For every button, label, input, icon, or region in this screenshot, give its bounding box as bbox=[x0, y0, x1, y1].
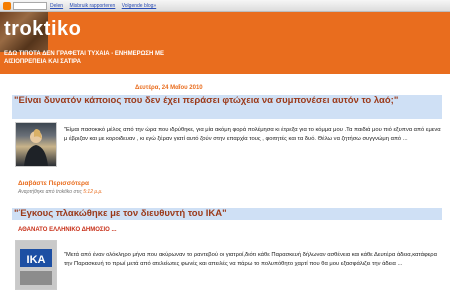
post-title[interactable]: "Είναι δυνατόν κάποιος που δεν έχει περά… bbox=[12, 95, 442, 119]
navbar-link-share[interactable]: Delen bbox=[50, 3, 63, 9]
post-thumbnail-image: ΙΚΑ bbox=[15, 240, 57, 290]
navbar-search-input[interactable] bbox=[13, 2, 47, 10]
post-timestamp-link[interactable]: 5:12 μ.μ. bbox=[83, 189, 102, 195]
read-more-link[interactable]: Διαβάστε Περισσότερα bbox=[18, 180, 89, 187]
post-body: "Μετά από έναν ολόκληρο μήνα που ακύρωνα… bbox=[64, 252, 437, 267]
navbar-links: Delen Misbruik rapporteren Volgende blog… bbox=[50, 1, 161, 11]
date-header: Δευτέρα, 24 Μαΐου 2010 bbox=[135, 85, 203, 91]
post-author-line: Αναρτήθηκε από troktiko στις bbox=[18, 189, 82, 195]
ika-sign-icon: ΙΚΑ bbox=[16, 241, 56, 289]
navbar-link-report-abuse[interactable]: Misbruik rapporteren bbox=[69, 3, 115, 9]
person-photo-icon bbox=[24, 129, 48, 166]
blogger-navbar: Delen Misbruik rapporteren Volgende blog… bbox=[0, 0, 450, 12]
navbar-link-next-blog[interactable]: Volgende blog» bbox=[122, 3, 156, 9]
post-thumbnail-image bbox=[15, 122, 57, 167]
post-subheading: ΑΘΑΝΑΤΟ ΕΛΛΗΝΙΚΟ ΔΗΜΟΣΙΟ ... bbox=[18, 227, 117, 233]
blogger-logo-icon[interactable] bbox=[3, 2, 11, 10]
post-footer: Αναρτήθηκε από troktiko στις 5:12 μ.μ. bbox=[18, 189, 103, 195]
blog-header: troktiko ΕΔΩ ΤΙΠΟΤΑ ΔΕΝ ΓΡΑΦΕΤΑΙ ΤΥΧΑΙΑ … bbox=[0, 12, 450, 74]
post-title[interactable]: "Έγκους πλακώθηκε με τον διευθυντή του Ι… bbox=[12, 208, 442, 220]
ika-sign-text: ΙΚΑ bbox=[27, 254, 46, 266]
blog-title[interactable]: troktiko bbox=[4, 18, 81, 41]
blog-description: ΕΔΩ ΤΙΠΟΤΑ ΔΕΝ ΓΡΑΦΕΤΑΙ ΤΥΧΑΙΑ - ΕΝΗΜΕΡΩ… bbox=[4, 51, 164, 65]
post-body: "Είμαι πασοκικό μέλος από την ώρα που ιδ… bbox=[64, 127, 441, 142]
